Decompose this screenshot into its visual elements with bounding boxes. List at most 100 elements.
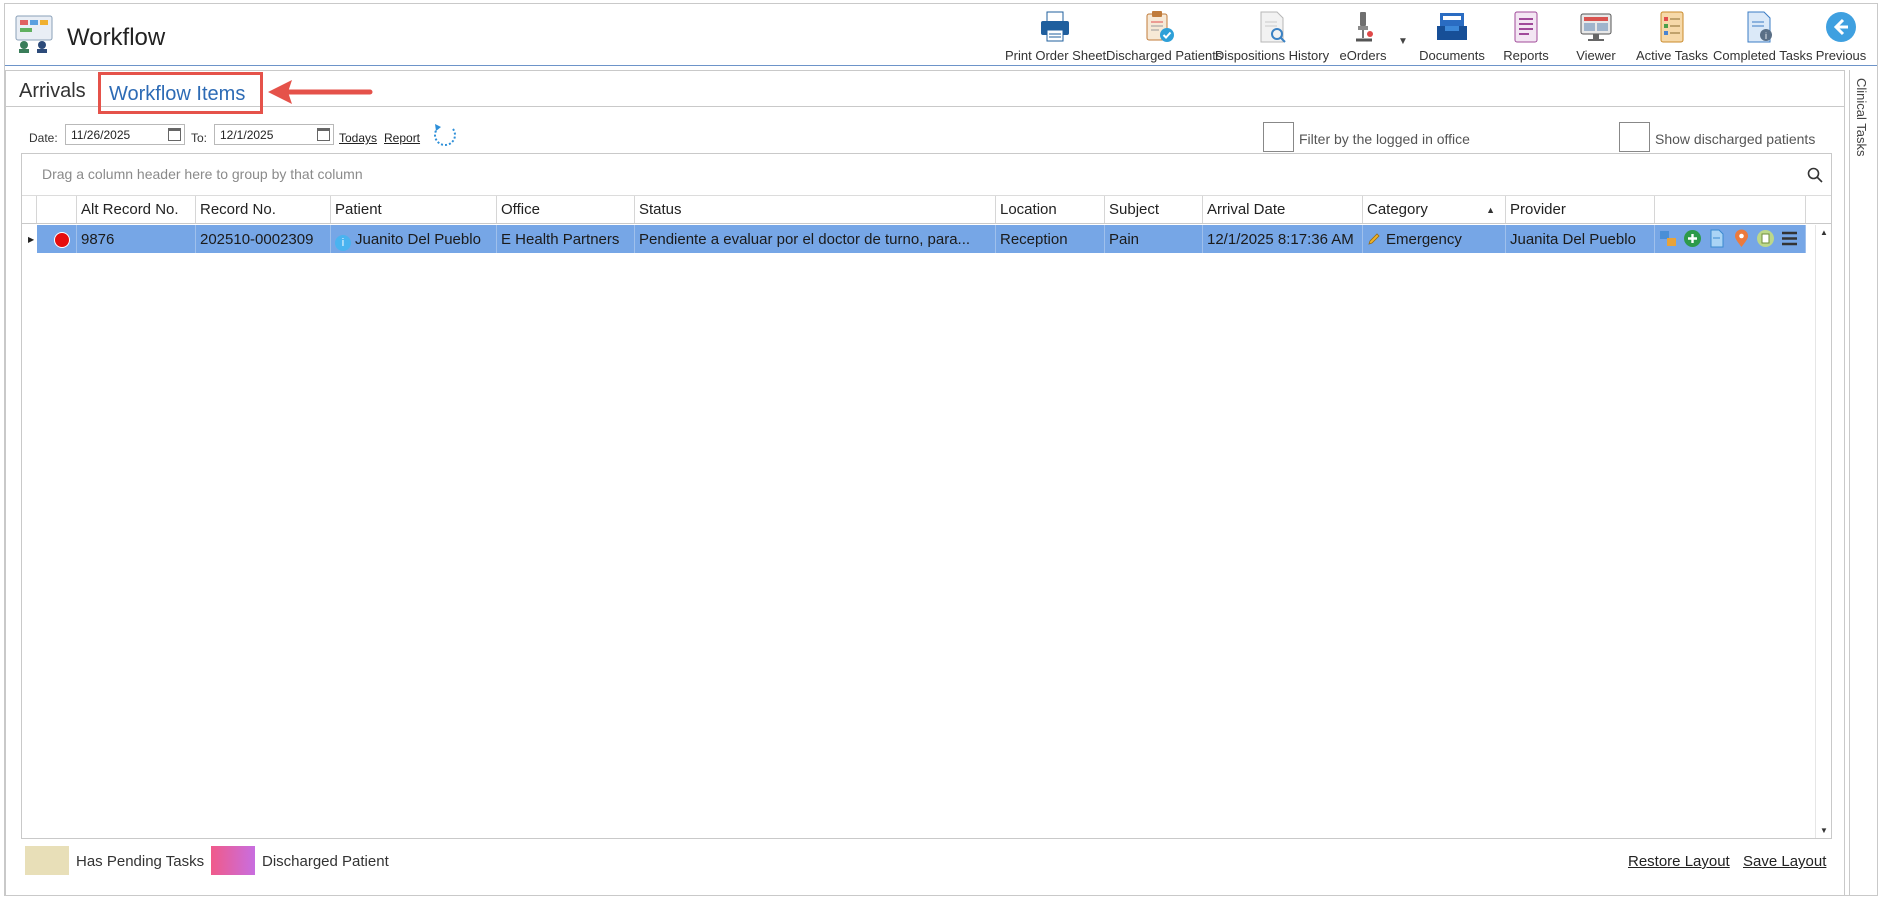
dispositions-history-label: Dispositions History [1214, 48, 1330, 63]
column-header-provider[interactable]: Provider [1506, 196, 1655, 223]
scroll-up-icon[interactable]: ▲ [1820, 228, 1828, 237]
status-dot-icon [54, 232, 70, 248]
clinical-tasks-label: Clinical Tasks [1854, 78, 1869, 157]
discharged-patient-label: Discharged Patient [262, 853, 389, 870]
pencil-icon [1368, 233, 1380, 245]
column-header-office[interactable]: Office [497, 196, 635, 223]
active-tasks-button[interactable]: Active Tasks [1632, 8, 1712, 66]
calendar-icon[interactable] [317, 128, 330, 141]
svg-text:i: i [1765, 31, 1767, 41]
grid-header: Alt Record No. Record No. Patient Office… [22, 196, 1831, 224]
column-header-location[interactable]: Location [996, 196, 1105, 223]
transfer-icon[interactable] [1659, 229, 1678, 248]
arrival-date-cell: 12/1/2025 8:17:36 AM [1203, 225, 1363, 253]
monitor-icon [1580, 13, 1612, 41]
eorders-dropdown-caret-icon[interactable]: ▼ [1398, 36, 1408, 47]
inbox-tray-icon [1437, 13, 1467, 40]
provider-cell: Juanita Del Pueblo [1506, 225, 1655, 253]
column-header-status[interactable]: Status [635, 196, 996, 223]
clipboard-icon[interactable] [1756, 229, 1775, 248]
report-link[interactable]: Report [384, 131, 420, 145]
status-cell [37, 225, 77, 253]
column-header-category[interactable]: Category ▲ [1363, 196, 1506, 223]
print-order-sheet-button[interactable]: Print Order Sheet [1005, 8, 1107, 66]
to-label: To: [191, 131, 208, 145]
workflow-grid: Drag a column header here to group by th… [21, 153, 1832, 839]
column-header-arrival-date[interactable]: Arrival Date [1203, 196, 1363, 223]
date-label: Date: [29, 131, 58, 145]
filter-office-checkbox[interactable] [1263, 122, 1294, 152]
category-cell: Emergency [1363, 225, 1506, 253]
category-value: Emergency [1386, 231, 1462, 248]
main-panel: Arrivals Workflow Items Date: 11/26/2025… [5, 70, 1845, 896]
reports-button[interactable]: Reports [1492, 8, 1560, 66]
column-header-alt-record-no[interactable]: Alt Record No. [77, 196, 196, 223]
column-header-subject[interactable]: Subject [1105, 196, 1203, 223]
tab-workflow-items[interactable]: Workflow Items [109, 83, 245, 106]
eorders-button[interactable]: eOrders [1332, 8, 1394, 66]
microscope-icon [1356, 12, 1373, 42]
annotation-arrow-icon [268, 80, 373, 104]
printer-icon [1041, 11, 1069, 42]
subject-cell: Pain [1105, 225, 1203, 253]
filter-office-label: Filter by the logged in office [1299, 131, 1470, 147]
location-pin-icon[interactable] [1732, 229, 1751, 248]
pending-tasks-swatch [25, 846, 69, 875]
show-discharged-checkbox[interactable] [1619, 122, 1650, 152]
date-to-input[interactable]: 12/1/2025 [214, 124, 334, 145]
info-icon[interactable]: i [335, 235, 351, 251]
print-order-sheet-label: Print Order Sheet [1005, 48, 1107, 63]
calendar-icon[interactable] [168, 128, 181, 141]
tab-bar: Arrivals Workflow Items [6, 71, 1844, 114]
viewer-button[interactable]: Viewer [1561, 8, 1631, 66]
table-row[interactable]: ▶ 9876 202510-0002309 i Juanito Del Puebl… [22, 225, 1816, 253]
grid-footer: Has Pending Tasks Discharged Patient Res… [6, 841, 1844, 881]
save-layout-link[interactable]: Save Layout [1743, 853, 1826, 870]
restore-layout-link[interactable]: Restore Layout [1628, 853, 1730, 870]
location-cell: Reception [996, 225, 1105, 253]
column-header-actions [1655, 196, 1806, 223]
toolbar: Print Order Sheet Discharged Patients Di… [5, 8, 1877, 66]
active-tasks-label: Active Tasks [1635, 48, 1708, 63]
reports-label: Reports [1503, 48, 1549, 63]
add-circle-icon[interactable] [1683, 229, 1702, 248]
refresh-icon[interactable] [431, 121, 459, 149]
back-arrow-icon [1826, 12, 1856, 42]
patient-name: Juanito Del Pueblo [355, 231, 481, 248]
row-indicator-header [22, 196, 37, 223]
column-header-record-no[interactable]: Record No. [196, 196, 331, 223]
group-by-panel[interactable]: Drag a column header here to group by th… [22, 154, 1831, 196]
column-header-category-label: Category [1367, 201, 1428, 218]
report-sheet-icon [1514, 11, 1538, 43]
status-text-cell: Pendiente a evaluar por el doctor de tur… [635, 225, 996, 253]
group-by-hint: Drag a column header here to group by th… [42, 166, 363, 182]
document-search-icon [1260, 11, 1286, 43]
search-icon[interactable] [1807, 167, 1823, 183]
discharged-patients-button[interactable]: Discharged Patients [1106, 8, 1222, 66]
scroll-down-icon[interactable]: ▼ [1820, 826, 1828, 835]
documents-label: Documents [1419, 48, 1485, 63]
app-header: Workflow Print Order Sheet Discharged Pa… [5, 4, 1877, 66]
column-header-patient[interactable]: Patient [331, 196, 497, 223]
filter-bar: Date: 11/26/2025 To: 12/1/2025 Todays Re… [6, 121, 1844, 157]
task-list-icon [1660, 11, 1684, 43]
completed-tasks-label: Completed Tasks [1713, 48, 1813, 63]
show-discharged-label: Show discharged patients [1655, 131, 1816, 147]
dispositions-history-button[interactable]: Dispositions History [1213, 8, 1331, 66]
todays-link[interactable]: Todays [339, 131, 377, 145]
pending-tasks-label: Has Pending Tasks [76, 853, 205, 870]
viewer-label: Viewer [1576, 48, 1616, 63]
documents-button[interactable]: Documents [1413, 8, 1491, 66]
previous-button[interactable]: Previous [1811, 8, 1871, 66]
status-indicator-header [37, 196, 77, 223]
date-to-value: 12/1/2025 [220, 128, 274, 142]
clinical-tasks-side-panel[interactable]: Clinical Tasks [1849, 70, 1878, 896]
document-icon[interactable] [1707, 229, 1726, 248]
date-from-input[interactable]: 11/26/2025 [65, 124, 185, 145]
record-no-cell: 202510-0002309 [196, 225, 331, 253]
tab-arrivals[interactable]: Arrivals [19, 80, 86, 103]
menu-icon[interactable] [1780, 229, 1799, 248]
completed-tasks-button[interactable]: i Completed Tasks [1713, 8, 1813, 66]
row-indicator-icon: ▶ [28, 235, 35, 244]
vertical-scrollbar[interactable]: ▲ ▼ [1815, 225, 1831, 838]
